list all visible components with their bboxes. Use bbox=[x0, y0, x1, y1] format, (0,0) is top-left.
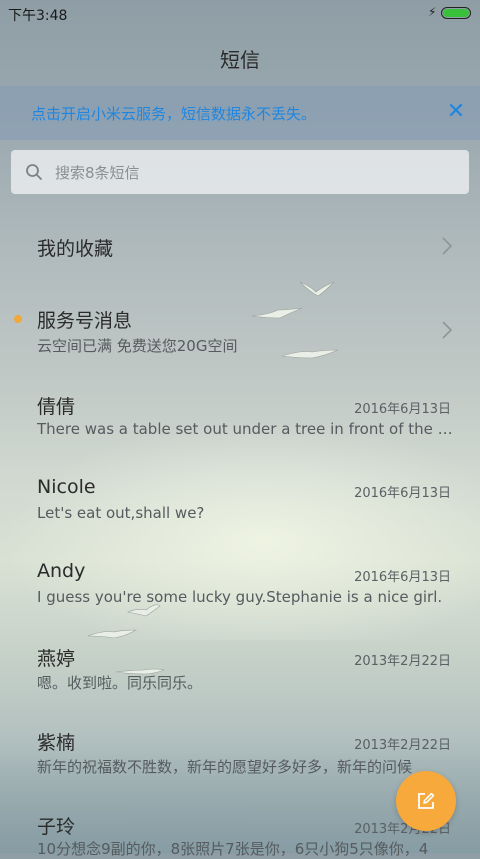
contact-name: 燕婷 bbox=[37, 648, 76, 670]
search-box[interactable] bbox=[11, 150, 469, 196]
conversation-row[interactable]: 燕婷 2013年2月22日 嗯。收到啦。同乐同乐。 bbox=[0, 632, 480, 708]
close-icon[interactable]: ✕ bbox=[444, 98, 468, 126]
message-preview: 嗯。收到啦。同乐同乐。 bbox=[37, 674, 203, 692]
message-preview: Let's eat out,shall we? bbox=[37, 504, 205, 522]
compose-icon bbox=[418, 792, 435, 809]
favorites-row[interactable]: 我的收藏 bbox=[0, 212, 480, 280]
contact-name: 倩倩 bbox=[37, 396, 76, 418]
message-date: 2013年2月22日 bbox=[354, 738, 451, 753]
search-input[interactable] bbox=[53, 150, 457, 196]
conversation-row[interactable]: Nicole 2016年6月13日 Let's eat out,shall we… bbox=[0, 464, 480, 540]
unread-dot bbox=[14, 315, 22, 323]
page-title: 短信 bbox=[220, 48, 260, 72]
service-messages-row[interactable]: 服务号消息 云空间已满 免费送您20G空间 bbox=[0, 296, 480, 370]
chevron-right-icon bbox=[442, 237, 453, 255]
message-preview: There was a table set out under a tree i… bbox=[37, 420, 453, 438]
search-icon bbox=[26, 164, 42, 180]
charging-bolt-icon: ⚡ bbox=[428, 5, 437, 19]
service-title: 服务号消息 bbox=[37, 310, 133, 332]
contact-name: 紫楠 bbox=[37, 732, 76, 754]
message-date: 2016年6月13日 bbox=[354, 486, 451, 501]
contact-name: 子玲 bbox=[37, 816, 76, 838]
compose-button[interactable] bbox=[396, 771, 456, 831]
message-date: 2016年6月13日 bbox=[354, 570, 451, 585]
banner-text[interactable]: 点击开启小米云服务，短信数据永不丢失。 bbox=[31, 103, 316, 124]
chevron-right-icon bbox=[442, 321, 453, 339]
status-time: 下午3:48 bbox=[8, 8, 68, 24]
battery-fill bbox=[443, 9, 469, 17]
message-date: 2016年6月13日 bbox=[354, 402, 451, 417]
message-preview: I guess you're some lucky guy.Stephanie … bbox=[37, 588, 443, 606]
favorites-label: 我的收藏 bbox=[37, 238, 114, 260]
message-preview: 10分想念9副的你，8张照片7张是你，6只小狗5只像你，4 bbox=[37, 840, 429, 858]
service-subtitle: 云空间已满 免费送您20G空间 bbox=[37, 337, 238, 355]
conversation-row[interactable]: 倩倩 2016年6月13日 There was a table set out … bbox=[0, 380, 480, 456]
conversation-row[interactable]: Andy 2016年6月13日 I guess you're some luck… bbox=[0, 548, 480, 624]
message-date: 2013年2月22日 bbox=[354, 654, 451, 669]
message-preview: 新年的祝福数不胜数，新年的愿望好多好多，新年的问候 bbox=[37, 758, 413, 776]
cloud-service-banner[interactable]: 点击开启小米云服务，短信数据永不丢失。 ✕ bbox=[0, 86, 480, 140]
contact-name: Nicole bbox=[37, 476, 96, 498]
battery-icon bbox=[441, 7, 471, 19]
status-bar: 下午3:48 ⚡ bbox=[0, 0, 480, 28]
contact-name: Andy bbox=[37, 560, 86, 582]
